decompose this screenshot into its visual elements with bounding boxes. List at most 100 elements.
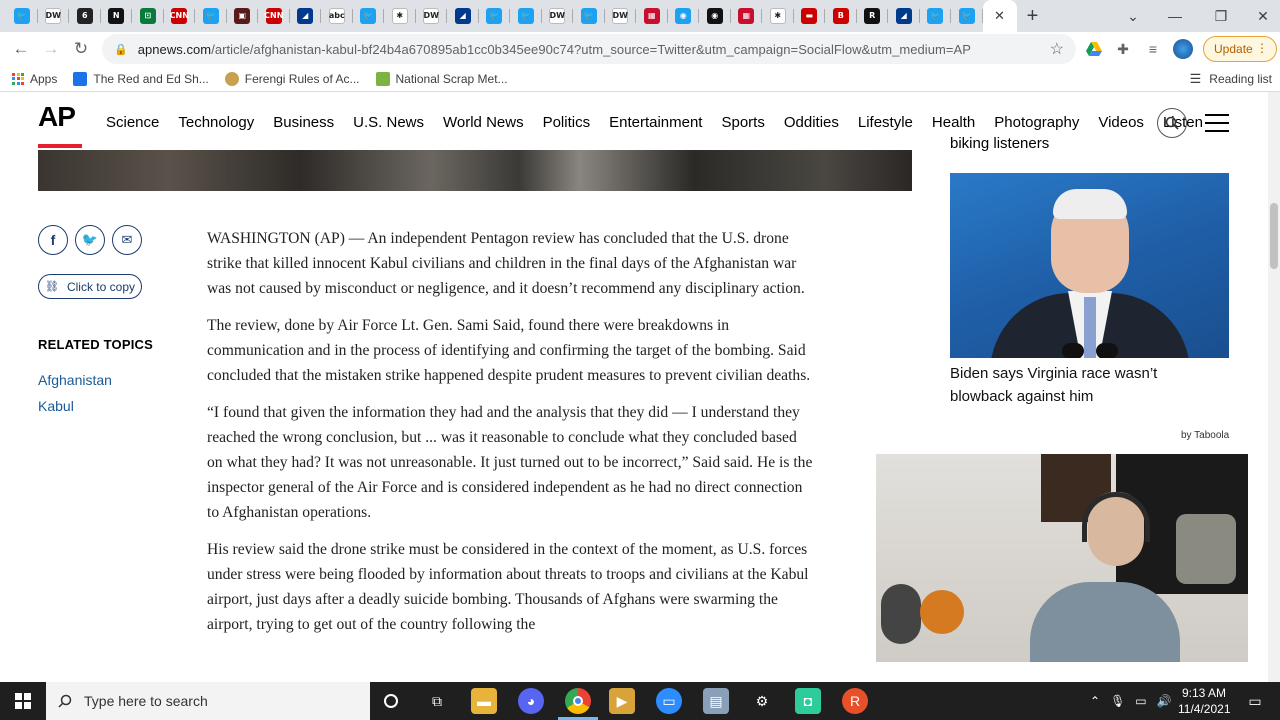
microphone-icon[interactable]: 🎙	[1110, 694, 1125, 708]
nav-item-health[interactable]: Health	[932, 114, 975, 131]
sidebar-headline[interactable]: Biden says Virginia race wasn’t blowback…	[950, 362, 1220, 408]
bookmark-star-icon[interactable]: ☆	[1050, 39, 1064, 59]
bookmark-apps[interactable]: Apps	[12, 72, 57, 86]
browser-tab[interactable]: CNN	[258, 0, 290, 32]
nav-item-technology[interactable]: Technology	[178, 114, 254, 131]
browser-tab[interactable]: 🐦	[479, 0, 511, 32]
hamburger-menu-icon[interactable]	[1205, 114, 1229, 132]
bookmark-ferengi-rules[interactable]: Ferengi Rules of Ac...	[224, 71, 360, 86]
extensions-puzzle-icon[interactable]: ✚	[1112, 38, 1134, 60]
nav-item-science[interactable]: Science	[106, 114, 159, 131]
cortana-icon[interactable]	[378, 688, 404, 714]
discord-icon[interactable]: ◕	[518, 688, 544, 714]
media-queue-icon[interactable]: ≡	[1142, 38, 1164, 60]
browser-tab[interactable]: ⊡	[132, 0, 164, 32]
volume-icon[interactable]: 🔊	[1157, 694, 1172, 708]
chevron-up-icon[interactable]: ⌃	[1090, 694, 1100, 708]
browser-tab[interactable]: ▣	[227, 0, 259, 32]
related-topic-link[interactable]: Afghanistan	[38, 372, 112, 388]
media-player-icon[interactable]: ▶	[609, 688, 635, 714]
browser-tab[interactable]: 🐦	[353, 0, 385, 32]
reload-button[interactable]: ↻	[66, 34, 96, 64]
browser-tab[interactable]: 🐦	[573, 0, 605, 32]
browser-tab[interactable]: 🐦	[920, 0, 952, 32]
active-tab[interactable]: ✕	[982, 0, 1017, 32]
close-window-button[interactable]: ✕	[1240, 0, 1280, 32]
settings-gear-icon[interactable]: ⚙	[749, 688, 775, 714]
nav-item-politics[interactable]: Politics	[543, 114, 591, 131]
profile-avatar[interactable]	[1172, 38, 1194, 60]
task-view-icon[interactable]: ⧉	[424, 688, 450, 714]
restore-button[interactable]: ❐	[1198, 0, 1244, 32]
browser-tab[interactable]: ▦	[636, 0, 668, 32]
bookmark-red-and-ed[interactable]: The Red and Ed Sh...	[73, 71, 209, 86]
browser-tab[interactable]: ◉	[699, 0, 731, 32]
network-app-icon[interactable]: ▤	[703, 688, 729, 714]
taskbar-search-box[interactable]: Type here to search	[46, 682, 370, 720]
new-tab-button[interactable]: +	[1017, 0, 1049, 32]
browser-tab[interactable]: ◉	[668, 0, 700, 32]
browser-tab[interactable]: 🐦	[6, 0, 38, 32]
notifications-icon[interactable]: ▭	[1242, 688, 1268, 714]
ap-logo[interactable]: AP	[38, 102, 82, 148]
minimize-button[interactable]: —	[1152, 0, 1198, 32]
biden-photo[interactable]	[950, 173, 1229, 358]
browser-tab[interactable]: ✱	[762, 0, 794, 32]
recorder-icon[interactable]: R	[842, 688, 868, 714]
chrome-icon[interactable]	[565, 688, 591, 714]
nav-item-world-news[interactable]: World News	[443, 114, 524, 131]
nav-item-lifestyle[interactable]: Lifestyle	[858, 114, 913, 131]
nav-item-business[interactable]: Business	[273, 114, 334, 131]
nav-item-photography[interactable]: Photography	[994, 114, 1079, 131]
browser-tab[interactable]: ▬	[794, 0, 826, 32]
browser-tab[interactable]: 🐦	[195, 0, 227, 32]
browser-tab[interactable]: DW	[416, 0, 448, 32]
browser-tab[interactable]: ◢	[447, 0, 479, 32]
browser-tab[interactable]: R	[857, 0, 889, 32]
twitter-share-icon[interactable]: 🐦	[75, 225, 105, 255]
tab-search-chevron-icon[interactable]: ⌄	[1110, 0, 1156, 32]
browser-tab[interactable]: B	[825, 0, 857, 32]
bookmark-national-scrap[interactable]: National Scrap Met...	[375, 71, 508, 86]
sidebar-cutoff-text[interactable]: biking listeners	[950, 135, 1049, 155]
browser-tab[interactable]: 6	[69, 0, 101, 32]
nav-item-videos[interactable]: Videos	[1098, 114, 1144, 131]
address-bar[interactable]: 🔒 apnews.com/article/afghanistan-kabul-b…	[102, 34, 1076, 64]
browser-tab[interactable]: N	[101, 0, 133, 32]
browser-tab[interactable]: ✱	[384, 0, 416, 32]
close-tab-icon[interactable]: ✕	[994, 8, 1005, 24]
reading-list-button[interactable]: ☰ Reading list	[1190, 71, 1272, 87]
browser-tab[interactable]: ◢	[290, 0, 322, 32]
browser-tab[interactable]: CNN	[164, 0, 196, 32]
nav-item-sports[interactable]: Sports	[721, 114, 764, 131]
browser-tab[interactable]: 🐦	[510, 0, 542, 32]
network-icon[interactable]: ▭	[1135, 694, 1146, 708]
facebook-share-icon[interactable]: f	[38, 225, 68, 255]
update-button[interactable]: Update ⋮	[1203, 36, 1277, 62]
nav-item-u-s-news[interactable]: U.S. News	[353, 114, 424, 131]
nav-item-oddities[interactable]: Oddities	[784, 114, 839, 131]
system-clock[interactable]: 9:13 AM 11/4/2021	[1178, 685, 1231, 717]
browser-tab[interactable]: 🐦	[951, 0, 983, 32]
taboola-credit[interactable]: by Taboola	[1181, 430, 1229, 441]
browser-tab[interactable]: ▦	[731, 0, 763, 32]
browser-tab[interactable]: DW	[605, 0, 637, 32]
click-to-copy-button[interactable]: ⛓ Click to copy	[38, 274, 142, 299]
email-share-icon[interactable]: ✉	[112, 225, 142, 255]
windows-start-icon[interactable]	[0, 682, 46, 720]
zoom-icon[interactable]: ▭	[656, 688, 682, 714]
nav-item-entertainment[interactable]: Entertainment	[609, 114, 702, 131]
page-scrollbar[interactable]	[1268, 92, 1280, 682]
search-icon[interactable]	[1157, 108, 1187, 138]
browser-tab[interactable]: abc	[321, 0, 353, 32]
file-explorer-icon[interactable]: ▬	[471, 688, 497, 714]
browser-tab[interactable]: DW	[38, 0, 70, 32]
back-button[interactable]: ←	[6, 34, 36, 64]
browser-tab[interactable]: ◢	[888, 0, 920, 32]
scrollbar-thumb[interactable]	[1270, 203, 1278, 269]
forward-button[interactable]: →	[36, 34, 66, 64]
browser-tab[interactable]: DW	[542, 0, 574, 32]
google-drive-icon[interactable]	[1083, 38, 1105, 60]
related-topic-link[interactable]: Kabul	[38, 398, 74, 414]
streamlabs-icon[interactable]: ◘	[795, 688, 821, 714]
